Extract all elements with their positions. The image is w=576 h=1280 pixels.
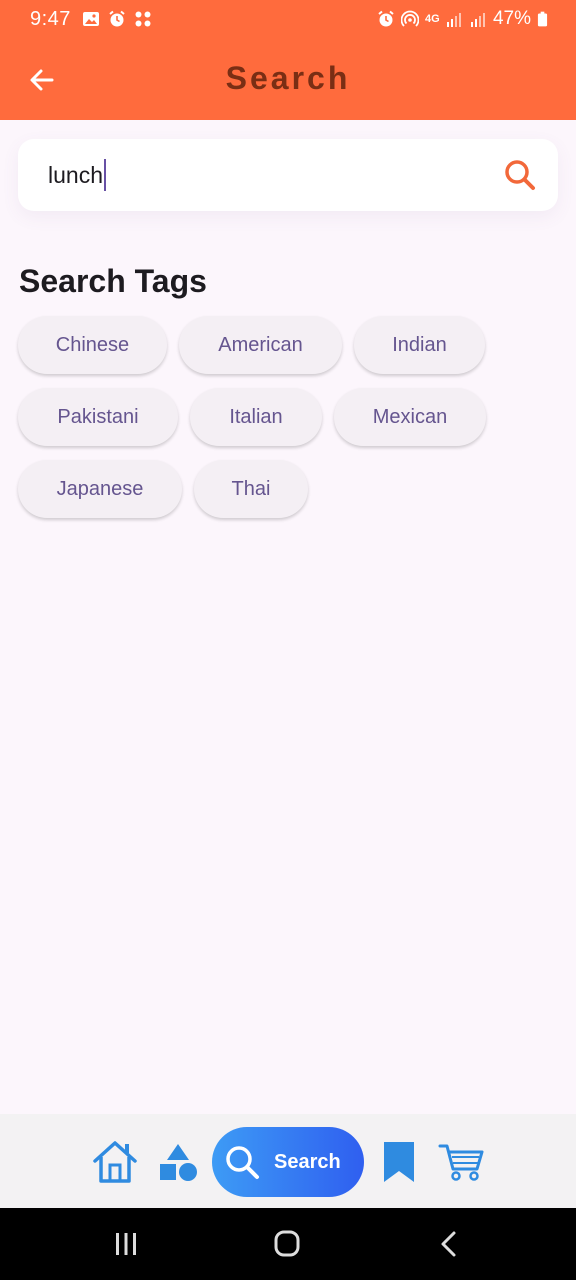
recent-apps-button[interactable] <box>106 1228 146 1260</box>
cart-icon <box>438 1144 484 1181</box>
tag-chip-thai[interactable]: Thai <box>194 460 308 518</box>
search-tags-title: Search Tags <box>19 263 207 299</box>
nav-cart-button[interactable] <box>438 1142 484 1182</box>
nav-categories-button[interactable] <box>158 1142 198 1182</box>
bottom-nav: Search <box>0 1114 576 1208</box>
search-input-value: lunch <box>48 161 103 188</box>
alarm-icon <box>109 10 125 27</box>
nav-bookmark-button[interactable] <box>382 1140 416 1184</box>
status-time: 9:47 <box>30 8 71 30</box>
search-input[interactable]: lunch <box>48 157 488 193</box>
system-nav-bar <box>0 1208 576 1280</box>
bookmark-icon <box>384 1142 414 1182</box>
signal-icon <box>446 13 461 27</box>
search-button[interactable] <box>502 157 538 193</box>
back-system-button[interactable] <box>428 1228 468 1260</box>
categories-icon <box>160 1144 197 1181</box>
search-icon <box>505 160 535 190</box>
home-circle-icon <box>274 1230 300 1257</box>
home-system-button[interactable] <box>267 1228 307 1260</box>
tag-chip-italian[interactable]: Italian <box>190 388 322 446</box>
nav-home-button[interactable] <box>92 1140 138 1184</box>
tag-chip-american[interactable]: American <box>179 316 342 374</box>
app-bar: Search <box>0 40 576 120</box>
text-caret <box>103 159 106 191</box>
nav-search-label: Search <box>274 1150 341 1173</box>
battery-icon <box>537 11 548 27</box>
search-box: lunch <box>18 139 558 211</box>
search-icon <box>226 1146 259 1179</box>
chevron-left-icon <box>441 1231 456 1257</box>
gallery-icon <box>83 12 99 26</box>
apps-icon <box>135 11 151 27</box>
signal-icon-2 <box>470 13 485 27</box>
tag-chip-japanese[interactable]: Japanese <box>18 460 182 518</box>
tag-chip-chinese[interactable]: Chinese <box>18 316 167 374</box>
tag-chip-indian[interactable]: Indian <box>354 316 485 374</box>
network-type: 4G <box>424 13 440 25</box>
page-title: Search <box>225 60 351 96</box>
nav-search-button[interactable]: Search <box>212 1127 364 1197</box>
battery-level: 47% <box>492 8 531 29</box>
status-bar: 9:47 4G 47% <box>0 0 576 40</box>
status-icons-right: 4G 47% <box>377 8 548 30</box>
tag-chip-pakistani[interactable]: Pakistani <box>18 388 178 446</box>
hotspot-icon <box>400 10 419 27</box>
alarm-icon <box>378 10 394 27</box>
tag-chip-mexican[interactable]: Mexican <box>334 388 486 446</box>
recent-apps-icon <box>116 1233 136 1255</box>
home-icon <box>93 1141 137 1183</box>
status-icons-left <box>82 10 152 28</box>
